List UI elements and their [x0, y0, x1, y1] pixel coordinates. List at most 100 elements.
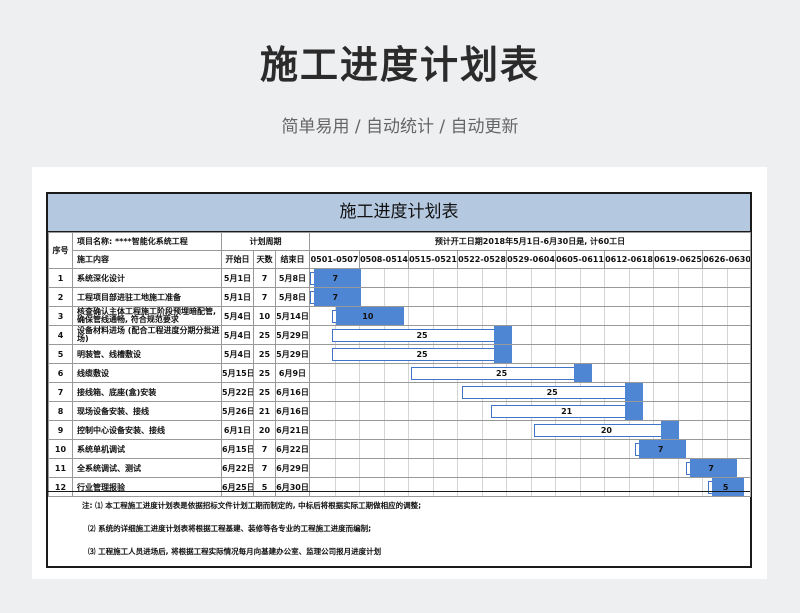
gantt-cell: 25 [309, 382, 751, 402]
start-date: 5月15日 [221, 363, 254, 383]
duration-label: 10 [362, 312, 374, 321]
gantt-table: 序号 项目名称: ****智能化系统工程 计划周期 预计开工日期2018年5月1… [48, 232, 751, 497]
duration-label: 25 [496, 369, 508, 378]
row-number: 2 [48, 287, 73, 307]
seq-header: 序号 [48, 232, 73, 269]
table-row: 8 现场设备安装、接线 5月26日 21 6月16日 21 [48, 401, 751, 421]
row-number: 6 [48, 363, 73, 383]
row-number: 5 [48, 344, 73, 364]
schedule-note: 预计开工日期2018年5月1日-6月30日是, 计60工日 [309, 232, 751, 251]
gantt-cell: 10 [309, 306, 751, 326]
duration-days: 10 [253, 306, 276, 326]
week-label: 0605-0611 [555, 251, 604, 268]
duration-days: 25 [253, 363, 276, 383]
task-name: 控制中心设备安装、接线 [72, 420, 222, 440]
duration-label: 7 [708, 464, 714, 473]
task-name: 接线箱、底座(盒)安装 [72, 382, 222, 402]
duration-days: 25 [253, 344, 276, 364]
start-date: 5月1日 [221, 287, 254, 307]
start-date: 6月22日 [221, 458, 254, 478]
gantt-cell: 25 [309, 325, 751, 345]
end-date: 6月9日 [275, 363, 310, 383]
start-date: 5月4日 [221, 344, 254, 364]
end-date-header: 结束日 [275, 250, 310, 269]
gantt-cell: 7 [309, 458, 751, 478]
row-number: 11 [48, 458, 73, 478]
task-name: 线缆敷设 [72, 363, 222, 383]
week-label: 0612-0618 [604, 251, 653, 268]
note-1: 注: ⑴ 本工程施工进度计划表是依据招标文件计划工期而制定的, 中标后将根据实际… [82, 501, 422, 510]
duration-label: 25 [416, 350, 428, 359]
page-title: 施工进度计划表 [259, 43, 540, 87]
start-date: 5月4日 [221, 306, 254, 326]
duration-days: 7 [253, 268, 276, 288]
task-name: 设备材料进场 (配合工程进度分期分批进场) [72, 325, 222, 345]
table-row: 6 线缆敷设 5月15日 25 6月9日 25 [48, 363, 751, 383]
duration-label: 7 [332, 274, 339, 283]
task-name: 工程项目部进驻工地施工准备 [72, 287, 222, 307]
end-date: 5月14日 [275, 306, 310, 326]
row-number: 3 [48, 306, 73, 326]
task-name: 核查确认主体工程施工阶段预埋暗配管, 确保管线通畅, 符合规范要求 [72, 306, 222, 326]
notes-section: 注: ⑴ 本工程施工进度计划表是依据招标文件计划工期而制定的, 中标后将根据实际… [48, 491, 750, 567]
gantt-cell: 7 [309, 287, 751, 307]
week-header-row: 0501-0507 0508-0514 0515-0521 0522-0528 0529… [309, 250, 751, 269]
week-label: 0626-0630 [702, 251, 750, 268]
table-row: 9 控制中心设备安装、接线 6月1日 20 6月21日 20 [48, 420, 751, 440]
task-name: 全系统调试、测试 [72, 458, 222, 478]
duration-label: 7 [657, 445, 664, 454]
task-name: 明装管、线槽敷设 [72, 344, 222, 364]
table-row: 3 核查确认主体工程施工阶段预埋暗配管, 确保管线通畅, 符合规范要求 5月4日 10… [48, 306, 751, 326]
row-number: 4 [48, 325, 73, 345]
gantt-cell: 7 [309, 268, 751, 288]
week-label: 0529-0604 [506, 251, 555, 268]
duration-days: 21 [253, 401, 276, 421]
duration-days: 25 [253, 325, 276, 345]
page-subtitle: 简单易用 / 自动统计 / 自动更新 [281, 117, 519, 137]
end-date: 6月29日 [275, 458, 310, 478]
gantt-sheet: 施工进度计划表 序号 项目名称: ****智能化系统工程 计划周期 预计开工日期… [46, 192, 752, 568]
end-date: 6月21日 [275, 420, 310, 440]
gantt-cell: 21 [309, 401, 751, 421]
note-3: ⑶ 工程施工人员进场后, 将根据工程实际情况每月向基建办公室、监理公司报月进度计… [88, 547, 382, 556]
start-date: 5月4日 [221, 325, 254, 345]
week-label: 0501-0507 [310, 255, 359, 264]
week-label: 0619-0625 [653, 251, 702, 268]
task-name: 系统深化设计 [72, 268, 222, 288]
table-row: 10 系统单机调试 6月15日 7 6月22日 7 [48, 439, 751, 459]
week-label: 0508-0514 [359, 251, 408, 268]
table-row: 1 系统深化设计 5月1日 7 5月8日 7 [48, 268, 751, 288]
gantt-cell: 7 [309, 439, 751, 459]
days-header: 天数 [253, 250, 276, 269]
project-name-label: 项目名称: ****智能化系统工程 [72, 232, 222, 251]
row-number: 9 [48, 420, 73, 440]
table-row: 4 设备材料进场 (配合工程进度分期分批进场) 5月4日 25 5月29日 25 [48, 325, 751, 345]
row-number: 8 [48, 401, 73, 421]
row-number: 1 [48, 268, 73, 288]
task-content-header: 施工内容 [72, 250, 222, 269]
duration-label: 20 [600, 426, 612, 435]
start-date: 5月22日 [221, 382, 254, 402]
duration-label: 25 [416, 331, 428, 340]
duration-days: 7 [253, 287, 276, 307]
end-date: 5月29日 [275, 325, 310, 345]
start-date: 5月26日 [221, 401, 254, 421]
table-row: 2 工程项目部进驻工地施工准备 5月1日 7 5月8日 7 [48, 287, 751, 307]
end-date: 6月16日 [275, 382, 310, 402]
row-number: 10 [48, 439, 73, 459]
plan-period-header: 计划周期 [221, 232, 310, 251]
row-number: 7 [48, 382, 73, 402]
start-date: 6月15日 [221, 439, 254, 459]
duration-days: 20 [253, 420, 276, 440]
end-date: 6月16日 [275, 401, 310, 421]
sheet-card: 施工进度计划表 序号 项目名称: ****智能化系统工程 计划周期 预计开工日期… [32, 167, 767, 579]
gantt-cell: 20 [309, 420, 751, 440]
gantt-cell: 25 [309, 363, 751, 383]
week-headers: 0501-0507 0508-0514 0515-0521 0522-0528 0529… [310, 251, 750, 268]
start-date: 6月1日 [221, 420, 254, 440]
duration-label: 21 [561, 407, 573, 416]
week-label: 0522-0528 [457, 251, 506, 268]
table-row: 7 接线箱、底座(盒)安装 5月22日 25 6月16日 25 [48, 382, 751, 402]
end-date: 5月29日 [275, 344, 310, 364]
end-date: 6月22日 [275, 439, 310, 459]
